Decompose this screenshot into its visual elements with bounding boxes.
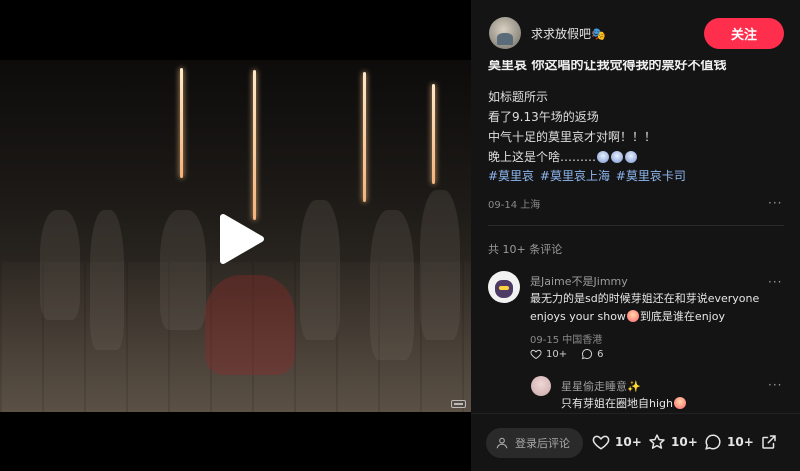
- post-body-line-emoji: 晚上这是个啥………: [488, 148, 638, 165]
- shocked-emoji-icon: [626, 310, 639, 322]
- reply-more-icon[interactable]: ···: [768, 378, 782, 392]
- share-icon: [762, 435, 776, 449]
- dancer-silhouette: [40, 210, 80, 320]
- comment-text: 最无力的是sd的时候芽姐还在和芽说everyone enjoys your sh…: [530, 290, 759, 326]
- comment-text-line: 最无力的是sd的时候芽姐还在和芽说everyone: [530, 292, 760, 305]
- play-icon[interactable]: [217, 213, 265, 265]
- post-tags: #莫里哀 #莫里哀上海 #莫里哀卡司: [488, 167, 688, 184]
- dancer-silhouette: [300, 200, 340, 340]
- post-more-icon[interactable]: ···: [768, 196, 782, 210]
- comment-input[interactable]: 登录后评论: [486, 428, 583, 458]
- reply-user-name[interactable]: 星星偷走睡意✨: [561, 378, 641, 394]
- dancer-silhouette: [205, 275, 295, 375]
- chat-bubble-icon: [581, 348, 593, 360]
- heart-icon: [530, 349, 542, 360]
- hd-icon[interactable]: [451, 400, 466, 408]
- note-viewer: 求求放假吧🎭 关注 莫里哀 你这唱的让我觉得我的票好不值钱 如标题所示 看了9.…: [0, 0, 800, 471]
- comment-actions: 10+ 6: [530, 348, 617, 360]
- comment-reply-button[interactable]: 6: [581, 348, 603, 360]
- tag-link[interactable]: #莫里哀: [488, 169, 534, 183]
- favorite-count: 10+: [671, 435, 698, 449]
- comment-total-count: 10+: [727, 435, 754, 449]
- comment-input-placeholder: 登录后评论: [515, 437, 570, 450]
- post-title: 莫里哀 你这唱的让我觉得我的票好不值钱: [488, 60, 788, 77]
- chat-bubble-icon: [705, 434, 721, 450]
- post-body-line: 中气十足的莫里哀才对啊！！！: [488, 130, 657, 144]
- favorite-button[interactable]: 10+: [648, 433, 698, 451]
- comment-reply-count: 6: [597, 348, 604, 360]
- author-name[interactable]: 求求放假吧🎭: [531, 25, 606, 42]
- reply-avatar[interactable]: [531, 376, 551, 396]
- follow-button[interactable]: 关注: [704, 18, 784, 49]
- stage-light: [432, 84, 435, 184]
- tag-link[interactable]: #莫里哀上海: [540, 169, 610, 183]
- tag-link[interactable]: #莫里哀卡司: [616, 169, 686, 183]
- crying-emoji-icon: [625, 151, 638, 163]
- stage-light: [253, 70, 256, 220]
- like-button[interactable]: 10+: [592, 433, 642, 451]
- comment-like-button[interactable]: 10+: [530, 348, 567, 360]
- comment-button[interactable]: 10+: [704, 433, 754, 451]
- post-body-line: 看了9.13午场的返场: [488, 110, 599, 124]
- post-body-line: 如标题所示: [488, 90, 549, 104]
- author-avatar[interactable]: [489, 17, 521, 49]
- crying-emoji-icon: [611, 151, 624, 163]
- commenter-name[interactable]: 是Jaime不是Jimmy: [530, 273, 628, 289]
- dancer-silhouette: [370, 210, 414, 360]
- post-time-location: 09-14 上海: [488, 200, 541, 211]
- bottom-action-bar: 登录后评论 10+ 10+ 10+: [471, 413, 800, 471]
- post-body-text: 晚上这是个啥………: [488, 150, 597, 164]
- note-panel: 求求放假吧🎭 关注 莫里哀 你这唱的让我觉得我的票好不值钱 如标题所示 看了9.…: [471, 0, 800, 471]
- reply-text-content: 只有芽姐在圈地自high: [561, 397, 673, 410]
- comment-text-part: 到底是谁在enjoy: [639, 310, 725, 323]
- divider: [488, 225, 784, 226]
- share-button[interactable]: [760, 433, 783, 451]
- like-count: 10+: [615, 435, 642, 449]
- post-title-text: 莫里哀 你这唱的让我觉得我的票好不值钱: [488, 60, 727, 73]
- reply-text: 只有芽姐在圈地自high: [561, 395, 687, 413]
- star-icon: [649, 434, 665, 449]
- comment-text-line: enjoys your show 到底是谁在enjoy: [530, 308, 759, 326]
- user-icon: [496, 437, 508, 449]
- video-player[interactable]: [0, 0, 471, 471]
- dancer-silhouette: [420, 190, 460, 340]
- comment-more-icon[interactable]: ···: [768, 275, 782, 289]
- stage-light: [363, 72, 366, 202]
- comment-count: 共 10+ 条评论: [488, 243, 563, 256]
- author-info[interactable]: 求求放假吧🎭: [489, 16, 606, 50]
- stage-light: [180, 68, 183, 178]
- comment-text-part: enjoys your show: [530, 310, 626, 323]
- comment-time-location: 09-15 中国香港: [530, 335, 603, 346]
- shocked-emoji-icon: [673, 397, 686, 409]
- comment-like-count: 10+: [546, 348, 568, 360]
- crying-emoji-icon: [597, 151, 610, 163]
- commenter-avatar[interactable]: [488, 271, 520, 303]
- dancer-silhouette: [90, 210, 124, 350]
- dancer-silhouette: [160, 210, 206, 330]
- heart-icon: [592, 435, 610, 450]
